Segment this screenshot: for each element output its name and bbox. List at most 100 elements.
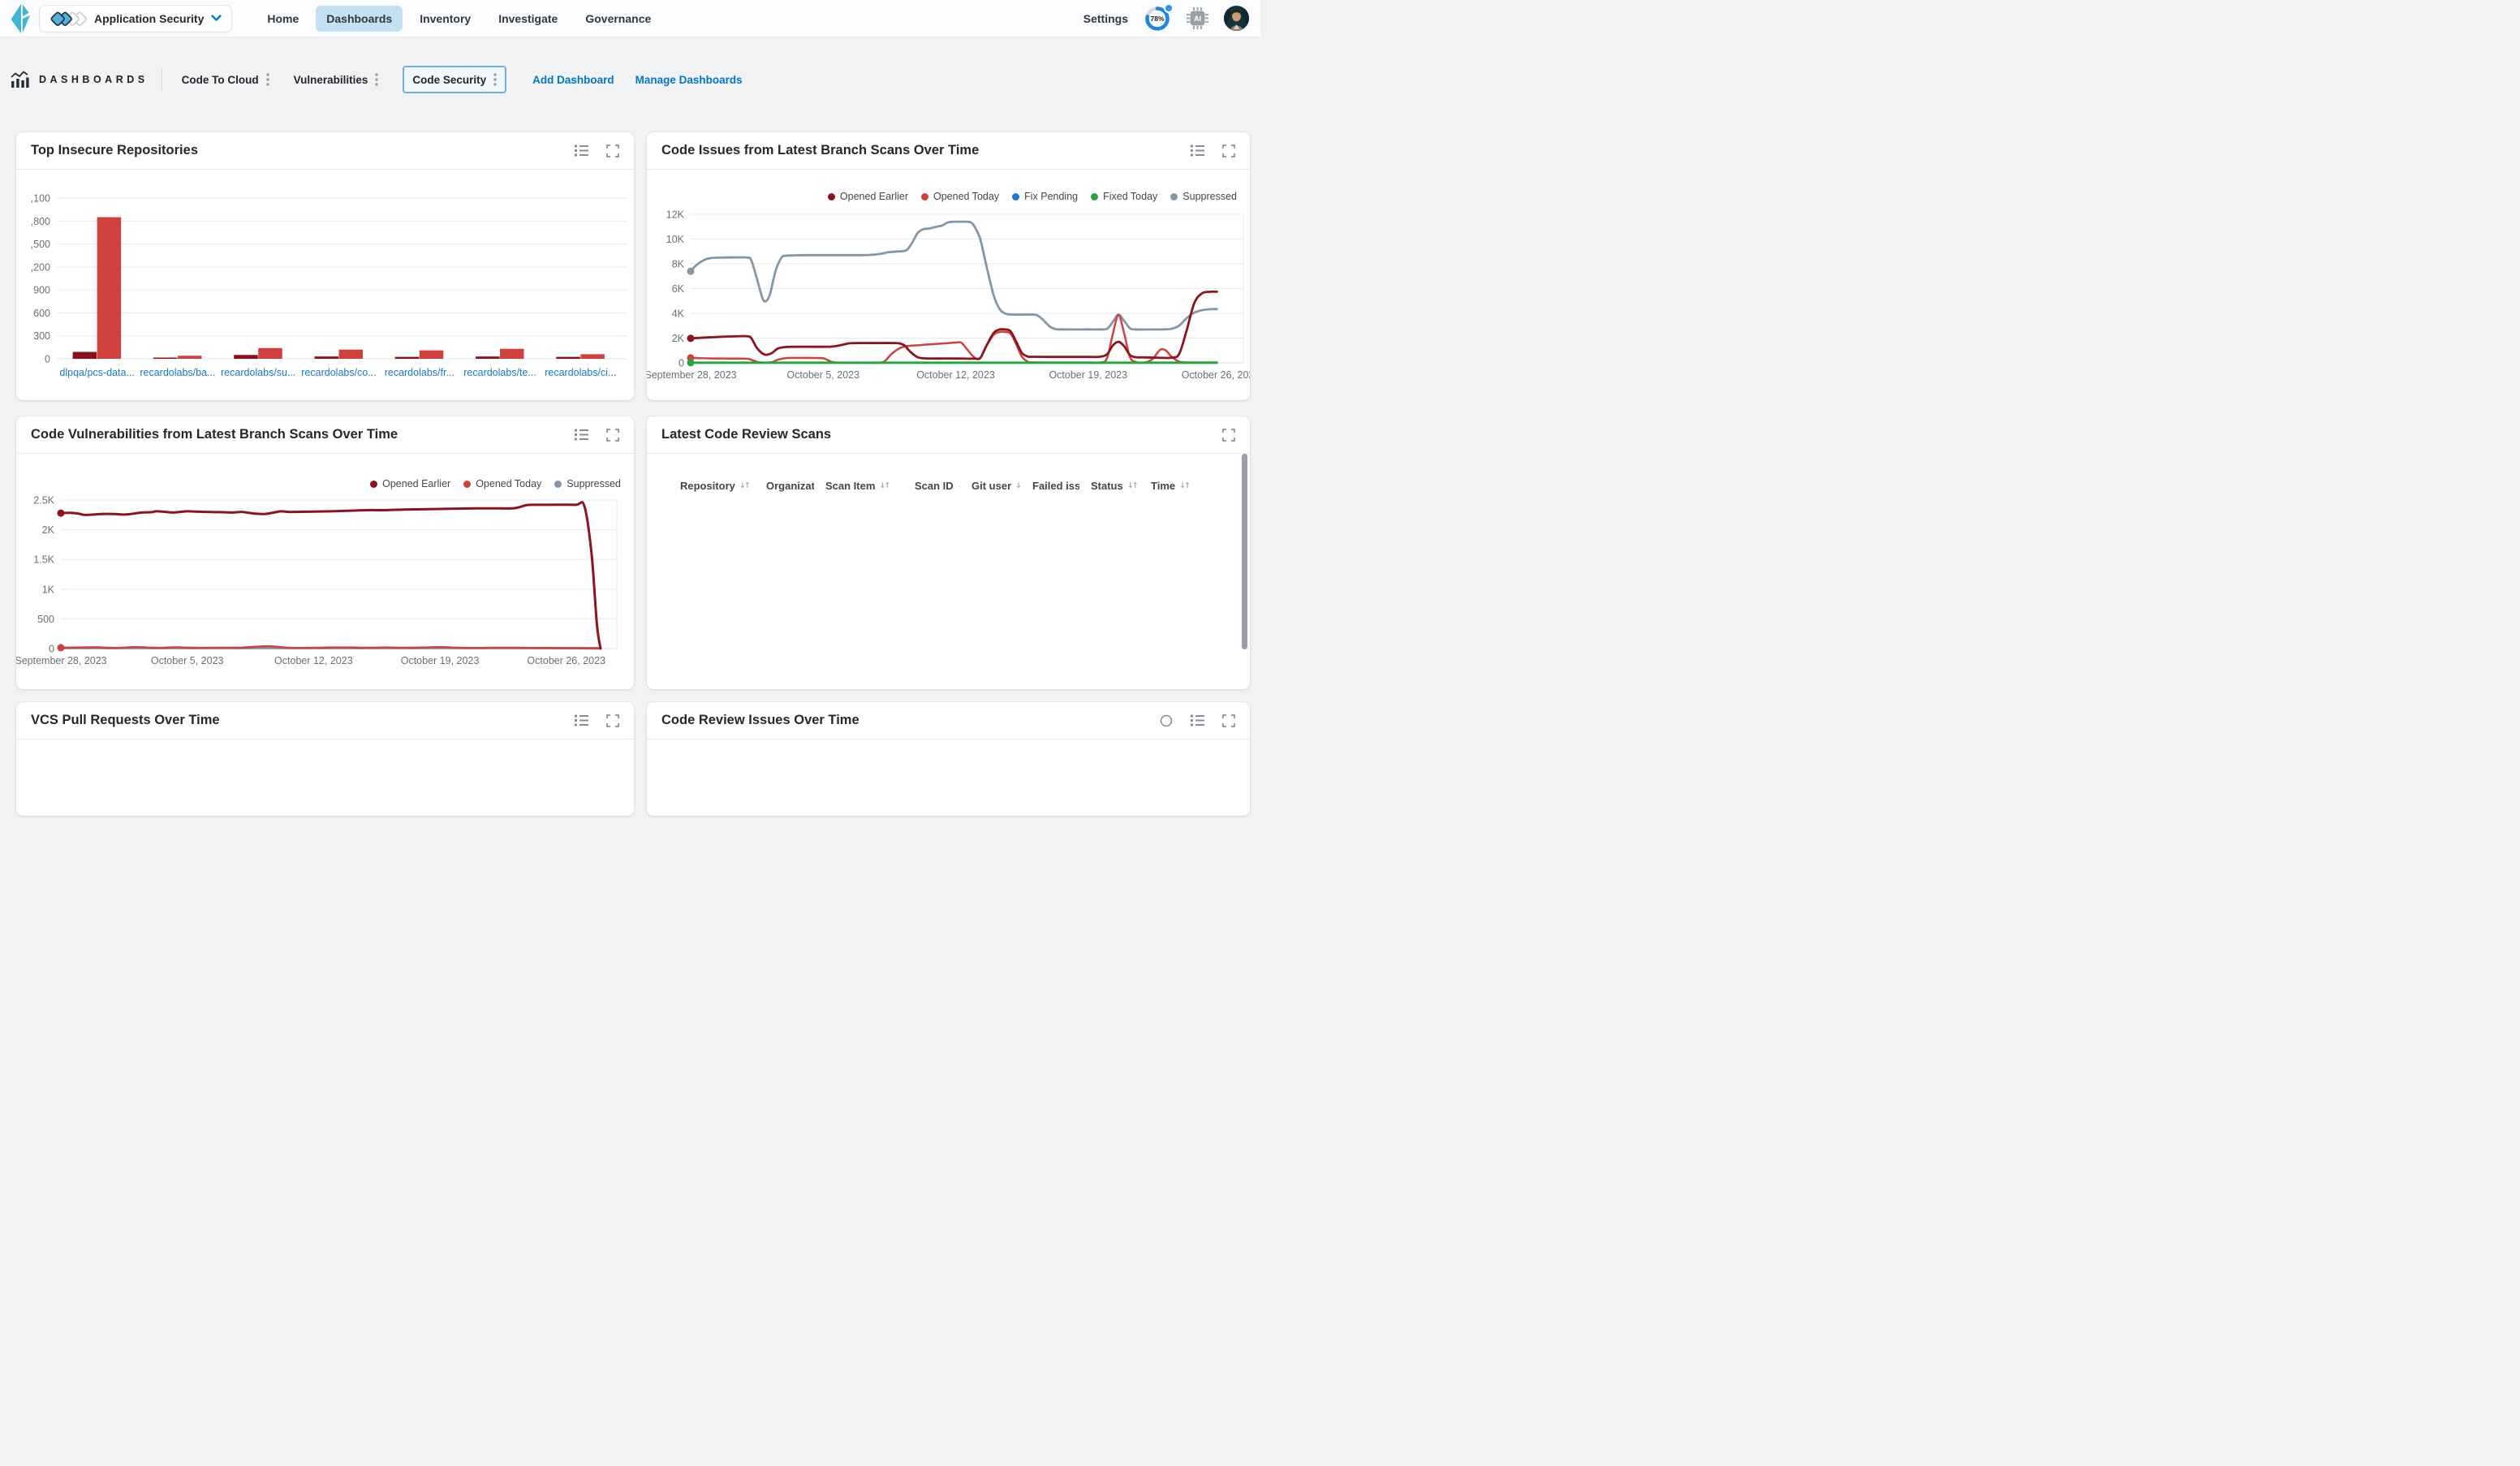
card-latest-code-review-scans: Latest Code Review Scans Repository↓↑Org… [647,416,1250,689]
bar-opened-today[interactable] [339,350,364,359]
chart-legend: Opened Earlier Opened Today Suppressed [370,478,621,489]
user-avatar[interactable] [1224,6,1249,31]
column-header-organization[interactable]: Organization↓↑ [755,480,814,492]
nav-item-dashboards[interactable]: Dashboards [316,6,403,32]
legend-label: Opened Today [933,191,999,202]
sort-icon[interactable]: ↓↑ [879,481,889,490]
sort-icon[interactable]: ↓↑ [1015,481,1021,490]
prisma-cloud-logo-icon[interactable] [10,3,32,34]
bar-opened-today[interactable] [580,354,605,359]
list-view-icon[interactable] [575,429,588,441]
svg-text:10K: 10K [666,234,685,245]
dashboard-tab-code-security[interactable]: Code Security [403,66,506,93]
bar-opened-earlier[interactable] [476,356,500,359]
nav-item-home[interactable]: Home [256,6,309,32]
add-dashboard-link[interactable]: Add Dashboard [532,74,614,86]
bar-opened-earlier[interactable] [73,352,97,359]
legend-item-suppressed[interactable]: Suppressed [1170,191,1237,202]
bar-opened-earlier[interactable] [556,357,580,359]
kebab-menu-icon[interactable] [266,73,269,86]
column-header-scan-id[interactable]: Scan ID↓↑ [903,480,960,492]
primary-nav: Home Dashboards Inventory Investigate Go… [256,6,661,32]
bar-category-label[interactable]: dlpqa/pcs-data... [59,367,134,378]
kebab-menu-icon[interactable] [375,73,378,86]
legend-item-opened-earlier[interactable]: Opened Earlier [370,478,450,489]
bar-category-label[interactable]: recardolabs/ci... [545,367,616,378]
sort-icon[interactable]: ↓↑ [1179,481,1189,490]
legend-item-opened-earlier[interactable]: Opened Earlier [828,191,908,202]
bar-category-label[interactable]: recardolabs/co... [301,367,376,378]
series-opened-today[interactable] [61,646,601,649]
column-header-time[interactable]: Time↓↑ [1139,480,1234,492]
card-top-insecure-repositories: Top Insecure Repositories 0300600900,200… [16,132,634,400]
list-view-icon[interactable] [575,144,588,157]
table-scrollbar[interactable] [1242,454,1247,649]
svg-text:October 5, 2023: October 5, 2023 [786,369,859,381]
column-header-scan-item[interactable]: Scan Item↓↑ [814,480,903,492]
column-header-repository[interactable]: Repository↓↑ [659,480,755,492]
bar-opened-earlier[interactable] [234,355,258,359]
card-code-vulnerabilities-over-time: Code Vulnerabilities from Latest Branch … [16,416,634,689]
bar-opened-earlier[interactable] [153,358,178,360]
legend-dot-icon [921,193,928,200]
column-header-failed-issues[interactable]: Failed issues↓↑ [1021,480,1079,492]
nav-item-inventory[interactable]: Inventory [409,6,481,32]
bar-opened-earlier[interactable] [395,357,420,359]
legend-item-fix-pending[interactable]: Fix Pending [1012,191,1078,202]
settings-link[interactable]: Settings [1083,12,1128,25]
legend-item-suppressed[interactable]: Suppressed [554,478,621,489]
legend-label: Opened Earlier [382,478,450,489]
legend-item-opened-today[interactable]: Opened Today [463,478,541,489]
list-view-icon[interactable] [1191,714,1204,727]
bar-category-label[interactable]: recardolabs/ba... [140,367,215,378]
notification-dot [1164,3,1174,13]
top-insecure-repositories-chart[interactable]: 0300600900,200,500,800,100dlpqa/pcs-data… [16,170,634,400]
bar-opened-earlier[interactable] [315,356,339,359]
app-selector[interactable]: Application Security [39,5,232,32]
legend-item-opened-today[interactable]: Opened Today [921,191,999,202]
ai-chip-icon[interactable]: AI [1187,7,1208,29]
bar-category-label[interactable]: recardolabs/fr... [385,367,454,378]
manage-dashboards-link[interactable]: Manage Dashboards [635,74,743,86]
list-view-icon[interactable] [575,714,588,727]
nav-item-investigate[interactable]: Investigate [488,6,568,32]
bar-opened-today[interactable] [178,356,202,359]
series-opened-today[interactable] [691,315,1217,363]
card-header: Code Issues from Latest Branch Scans Ove… [647,132,1250,170]
dashboard-tab-vulnerabilities[interactable]: Vulnerabilities [294,73,379,86]
expand-icon[interactable] [606,429,619,442]
bar-opened-today[interactable] [97,218,121,359]
expand-icon[interactable] [1222,714,1235,727]
expand-icon[interactable] [606,714,619,727]
dashboard-tab-code-to-cloud[interactable]: Code To Cloud [182,73,269,86]
svg-text:October 12, 2023: October 12, 2023 [916,369,995,381]
expand-icon[interactable] [606,144,619,157]
donut-view-icon[interactable] [1160,714,1173,727]
sort-icon[interactable]: ↓↑ [739,481,749,490]
card-title: Latest Code Review Scans [661,427,831,442]
progress-ring[interactable]: 78% [1144,5,1171,32]
legend-item-fixed-today[interactable]: Fixed Today [1091,191,1157,202]
nav-item-governance[interactable]: Governance [575,6,661,32]
bar-opened-today[interactable] [500,349,524,359]
legend-label: Opened Today [476,478,541,489]
svg-text:October 5, 2023: October 5, 2023 [151,655,224,666]
card-title: VCS Pull Requests Over Time [31,713,220,728]
kebab-menu-icon[interactable] [493,73,497,86]
legend-label: Opened Earlier [840,191,908,202]
column-header-git-user[interactable]: Git user↓↑ [960,480,1021,492]
bar-opened-today[interactable] [420,351,444,359]
expand-icon[interactable] [1222,144,1235,157]
bar-category-label[interactable]: recardolabs/te... [463,367,536,378]
list-view-icon[interactable] [1191,144,1204,157]
bar-opened-today[interactable] [258,348,282,359]
code-issues-chart[interactable]: 02K4K6K8K10K12KSeptember 28, 2023October… [647,170,1250,400]
expand-icon[interactable] [1222,429,1235,442]
sort-icon[interactable]: ↓↑ [1127,481,1137,490]
column-header-status[interactable]: Status↓↑ [1079,480,1139,492]
series-opened-earlier[interactable] [61,502,601,649]
series-opened-earlier[interactable] [691,291,1217,359]
svg-text:2.5K: 2.5K [33,495,54,507]
bar-category-label[interactable]: recardolabs/su... [221,367,295,378]
avatar-image [1224,6,1249,31]
